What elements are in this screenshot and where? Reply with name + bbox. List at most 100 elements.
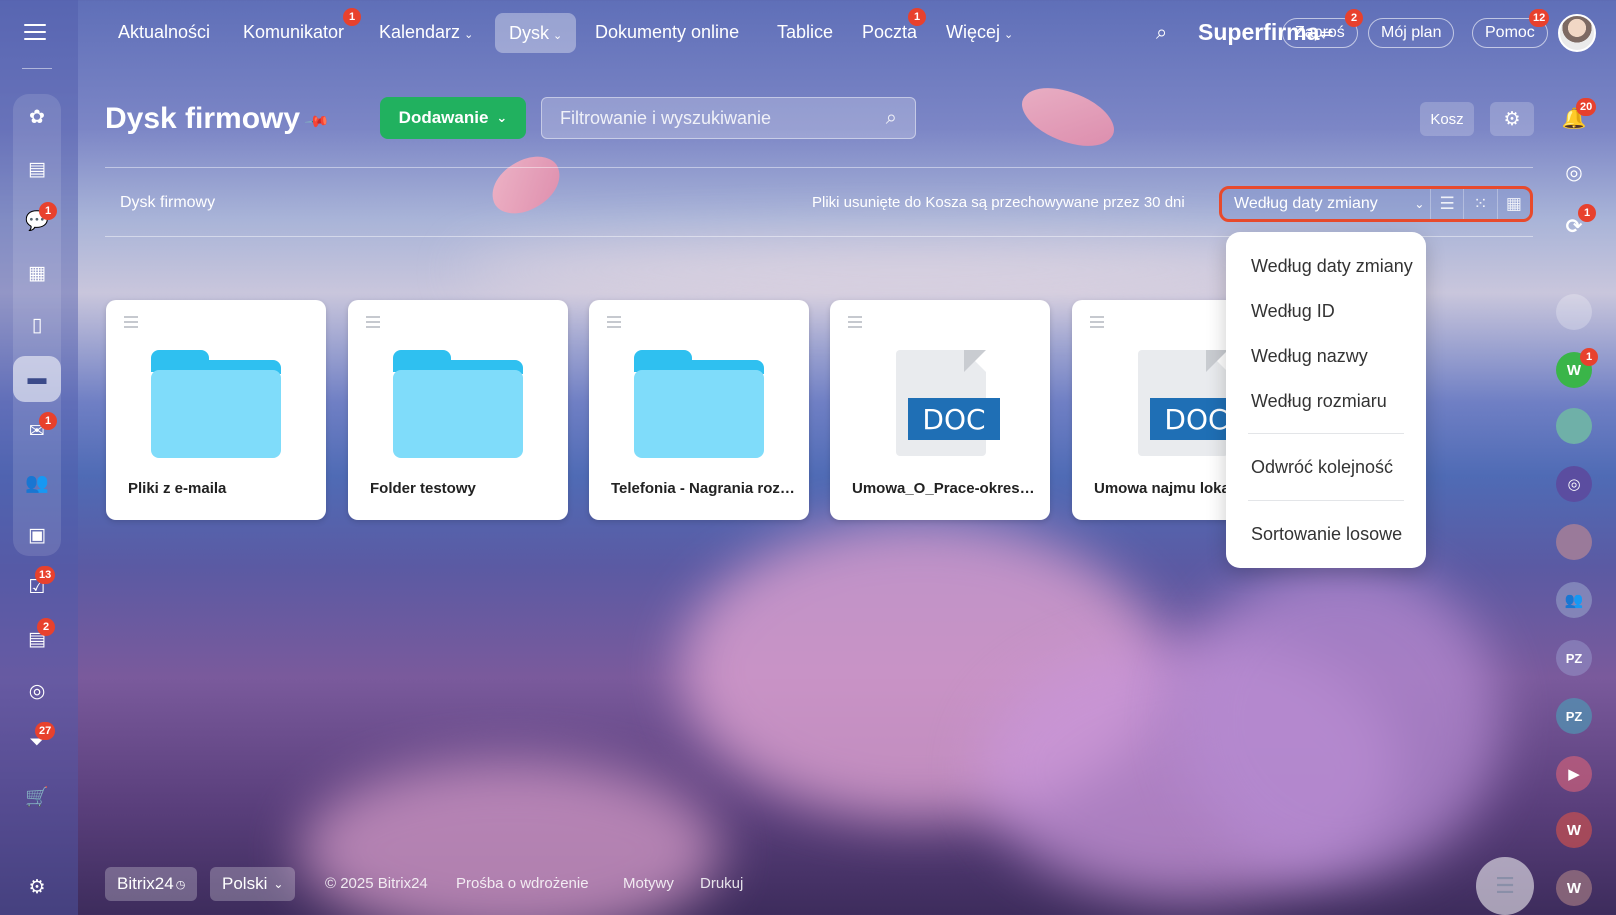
reverse-order-option[interactable]: Odwróć kolejność	[1251, 457, 1393, 478]
chat-badge: 1	[39, 202, 57, 220]
contact-avatar-w[interactable]: W	[1556, 870, 1592, 906]
user-avatar[interactable]	[1558, 14, 1596, 52]
grid-view-icon[interactable]: ⁙	[1463, 189, 1496, 219]
contact-avatar[interactable]	[1556, 524, 1592, 560]
file-tile[interactable]: Pliki z e-maila	[106, 300, 326, 520]
tile-menu-icon[interactable]	[124, 316, 138, 331]
bell-icon[interactable]: 🔔 20	[1556, 98, 1597, 136]
pin-icon[interactable]: 📌	[303, 108, 331, 136]
footer-link-implementation[interactable]: Prośba o wdrożenie	[456, 875, 589, 892]
invite-button[interactable]: Zaproś 2	[1282, 9, 1363, 48]
settings-gear-icon[interactable]: ⚙	[13, 864, 61, 910]
language-selector[interactable]: Polski ⌄	[210, 867, 296, 901]
footer-link-themes[interactable]: Motywy	[623, 875, 674, 892]
contact-avatar[interactable]: ◎	[1556, 466, 1592, 502]
chevron-down-icon: ⌄	[273, 877, 284, 891]
chevron-down-icon: ⌄	[1004, 29, 1014, 41]
calendar-icon[interactable]: ▦	[13, 250, 61, 296]
drive-icon[interactable]: ▬	[13, 356, 61, 402]
video-call-icon[interactable]: ▶	[1556, 756, 1592, 792]
goals-icon[interactable]: ◎	[13, 668, 61, 714]
tasks-icon[interactable]: ☑ 13	[13, 564, 61, 610]
employees-icon[interactable]: 👥	[13, 460, 61, 506]
sort-selector[interactable]: Według daty zmiany ⌄ ☰ ⁙ ▦	[1219, 186, 1533, 222]
nav-item-poczta[interactable]: Poczta 1	[862, 8, 926, 43]
mail-icon[interactable]: ✉ 1	[13, 408, 61, 454]
add-button[interactable]: Dodawanie ⌄	[380, 97, 526, 139]
petal-decoration	[1013, 72, 1123, 162]
file-tile[interactable]: Telefonia - Nagrania rozmów	[589, 300, 809, 520]
activity-icon[interactable]: ◎	[1556, 154, 1592, 190]
sort-option-name[interactable]: Według nazwy	[1251, 346, 1368, 367]
clock-icon: ◷	[175, 878, 186, 891]
folder-icon	[151, 350, 281, 458]
sidebar-divider	[22, 68, 52, 69]
nav-item-dokumenty-online[interactable]: Dokumenty online	[595, 22, 739, 43]
tile-menu-icon[interactable]	[366, 316, 380, 331]
webinar-icon[interactable]: ▣	[13, 512, 61, 558]
chat-sync-icon[interactable]: ⟳ 1	[1556, 204, 1596, 244]
crm-icon[interactable]: ▤ 2	[13, 616, 61, 662]
menu-divider	[1248, 433, 1404, 434]
menu-icon[interactable]	[24, 24, 46, 42]
sort-option-date[interactable]: Według daty zmiany	[1251, 256, 1413, 277]
help-button[interactable]: Pomoc 12	[1472, 9, 1550, 48]
nav-item-dysk[interactable]: Dysk ⌄	[495, 13, 577, 53]
tile-menu-icon[interactable]	[1090, 316, 1104, 331]
mail-badge: 1	[39, 412, 57, 430]
nav-item-tablice[interactable]: Tablice	[777, 22, 833, 43]
copyright: © 2025 Bitrix24	[325, 875, 428, 892]
bitrix24-button[interactable]: Bitrix24 ◷	[105, 867, 198, 901]
tile-menu-icon[interactable]	[848, 316, 862, 331]
petal-decoration	[483, 149, 569, 221]
my-plan-button[interactable]: Mój plan	[1368, 18, 1455, 48]
menu-divider	[1248, 500, 1404, 501]
nav-item-kalendarz[interactable]: Kalendarz ⌄	[379, 22, 473, 43]
large-tiles-view-icon[interactable]: ▦	[1496, 189, 1530, 219]
contact-avatar-pz[interactable]: PZ	[1556, 698, 1592, 734]
random-sort-option[interactable]: Sortowanie losowe	[1251, 524, 1402, 545]
nav-item-aktualnosci[interactable]: Aktualności	[118, 22, 210, 43]
divider	[105, 167, 1533, 168]
funnel-badge: 27	[35, 722, 56, 740]
cart-icon[interactable]: 🛒	[13, 774, 61, 820]
sort-dropdown-menu: Według daty zmiany Według ID Według nazw…	[1226, 232, 1426, 568]
trash-retention-note: Pliki usunięte do Kosza są przechowywane…	[812, 194, 1185, 211]
contact-avatar-pz[interactable]: PZ	[1556, 640, 1592, 676]
sort-option-size[interactable]: Według rozmiaru	[1251, 391, 1387, 412]
notifications-badge: 20	[1576, 98, 1597, 116]
trash-button[interactable]: Kosz	[1420, 102, 1474, 136]
contact-avatar[interactable]	[1556, 408, 1592, 444]
doc-file-icon: DOC	[1138, 350, 1242, 456]
nav-item-komunikator[interactable]: Komunikator 1	[243, 8, 361, 43]
file-name: Folder testowy	[370, 480, 476, 497]
feed-icon[interactable]: ▤	[13, 146, 61, 192]
left-sidebar: ✿ ▤ 💬 1 ▦ ▯ ▬ ✉ 1 👥 ▣ ☑ 13 ▤ 2 ◎ ⏷ 27 🛒 …	[0, 0, 78, 915]
nav-item-wiecej[interactable]: Więcej ⌄	[946, 22, 1013, 43]
contact-avatar-w[interactable]: W	[1556, 812, 1592, 848]
list-view-icon[interactable]: ☰	[1429, 189, 1463, 219]
chevron-down-icon: ⌄	[553, 30, 563, 42]
search-icon[interactable]: ⌕	[1156, 22, 1167, 45]
search-icon[interactable]: ⌕	[886, 107, 897, 130]
filter-search-input[interactable]: Filtrowanie i wyszukiwanie ⌕	[541, 97, 916, 139]
collaboration-icon[interactable]: ✿	[13, 94, 61, 140]
filter-placeholder: Filtrowanie i wyszukiwanie	[560, 107, 772, 128]
contact-avatar[interactable]	[1556, 294, 1592, 330]
chat-icon[interactable]: 💬 1	[13, 198, 61, 244]
contact-avatar-w[interactable]: W 1	[1556, 348, 1598, 388]
funnel-icon[interactable]: ⏷ 27	[13, 720, 61, 766]
breadcrumb[interactable]: Dysk firmowy	[120, 194, 215, 212]
folder-icon	[634, 350, 764, 458]
group-avatar[interactable]: 👥	[1556, 582, 1592, 618]
file-tile[interactable]: Folder testowy	[348, 300, 568, 520]
chat-list-fab[interactable]: ☰	[1476, 857, 1534, 915]
sort-selector-label: Według daty zmiany	[1234, 195, 1378, 212]
sort-option-id[interactable]: Według ID	[1251, 301, 1335, 322]
footer-link-print[interactable]: Drukuj	[700, 875, 743, 892]
document-icon[interactable]: ▯	[13, 302, 61, 348]
page-title: Dysk firmowy	[105, 102, 301, 135]
file-tile[interactable]: DOC Umowa_O_Prace-okres-próbny	[830, 300, 1050, 520]
tile-menu-icon[interactable]	[607, 316, 621, 331]
gear-icon[interactable]: ⚙	[1490, 102, 1534, 136]
